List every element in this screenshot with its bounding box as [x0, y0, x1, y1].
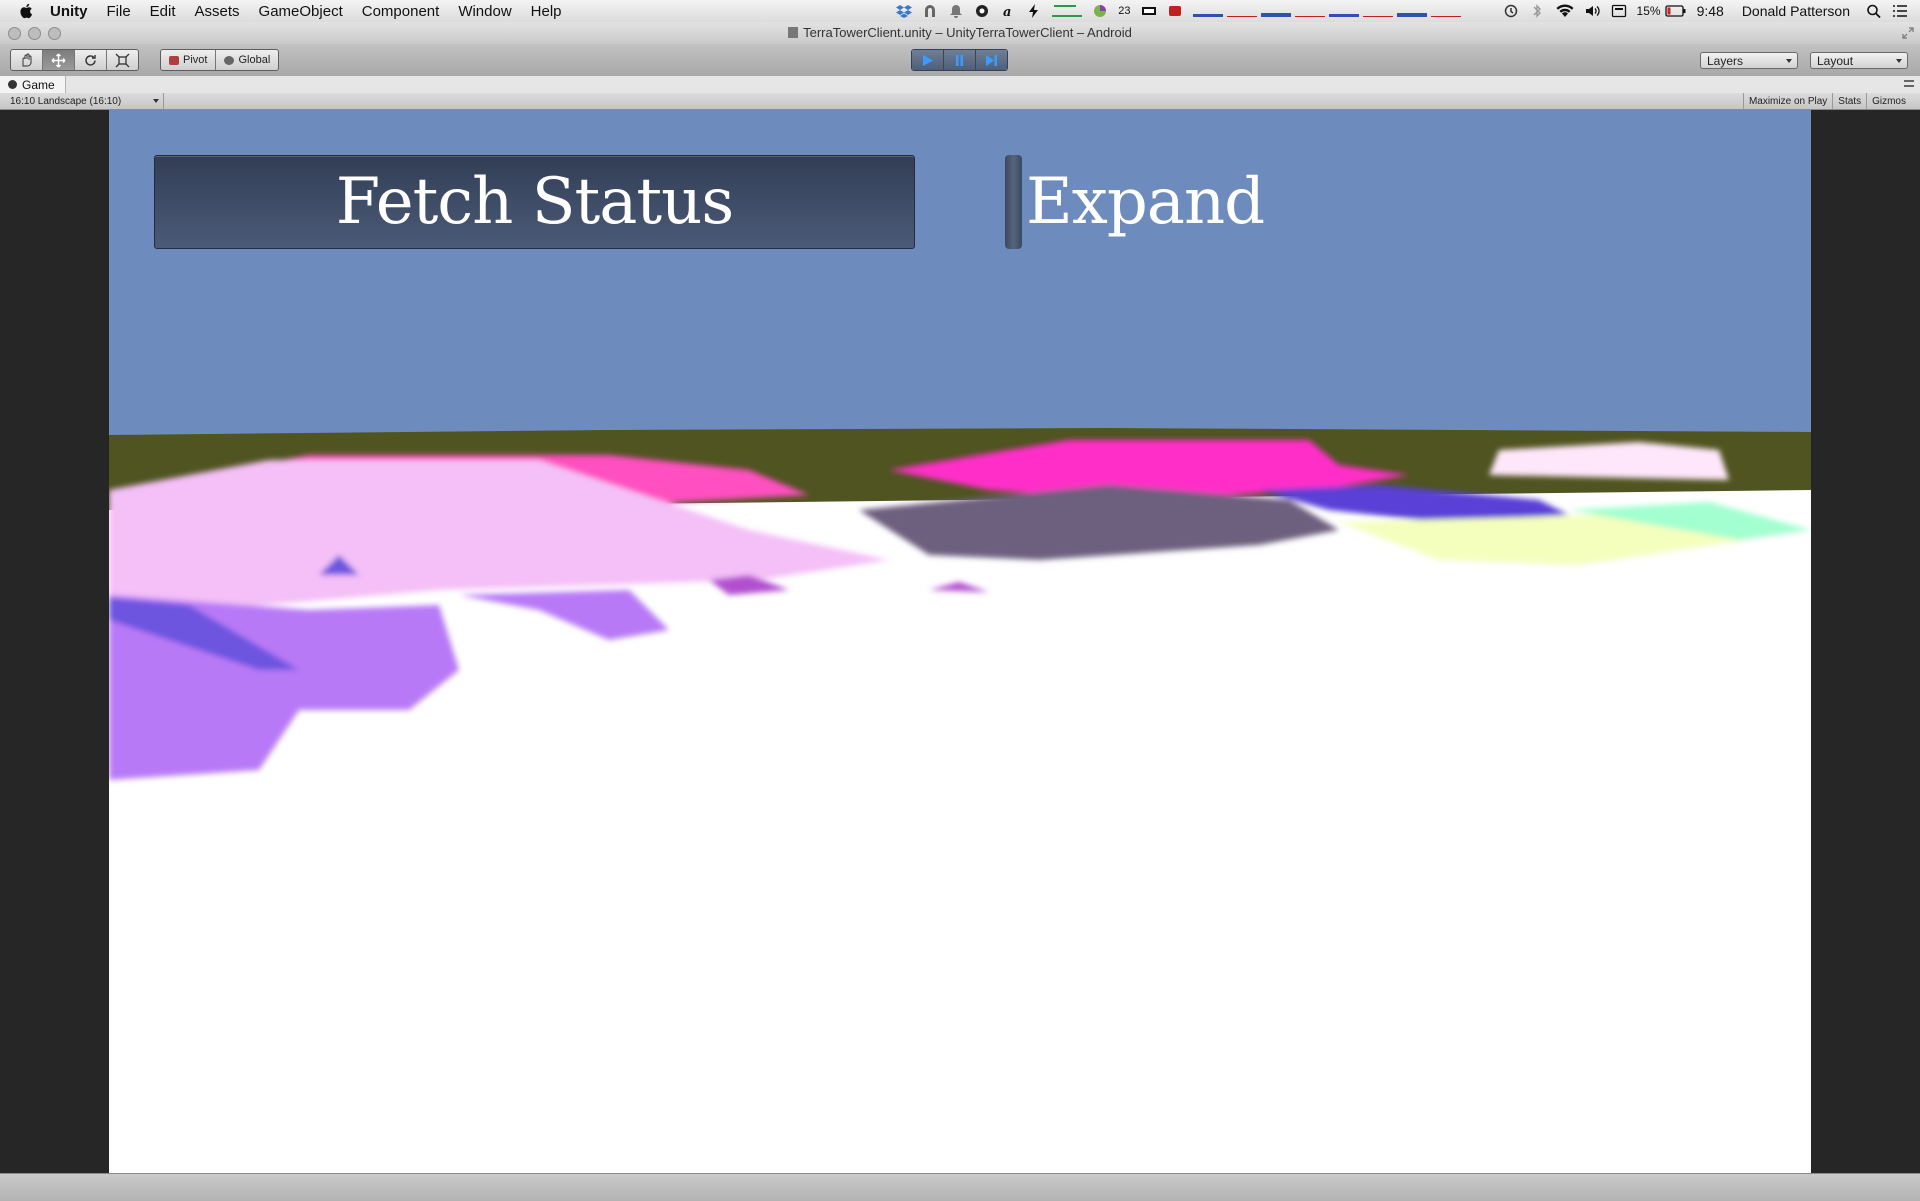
battery-percentage[interactable]: 15% [1637, 4, 1661, 18]
layout-dropdown[interactable]: Layout [1810, 52, 1908, 69]
volume-icon[interactable] [1585, 4, 1601, 18]
window-title-text: TerraTowerClient.unity – UnityTerraTower… [803, 25, 1132, 40]
play-icon [923, 54, 933, 66]
pivot-toggles: Pivot Global [160, 49, 280, 71]
transform-tools [10, 49, 139, 71]
move-tool-button[interactable] [43, 50, 75, 70]
chevron-down-icon [1786, 59, 1792, 63]
scale-icon [115, 53, 130, 67]
expand-toggle[interactable]: Expand [1005, 155, 1265, 249]
wifi-icon[interactable] [1555, 4, 1575, 18]
fetch-status-label: Fetch Status [335, 165, 734, 239]
keyboard-input-icon[interactable] [1611, 4, 1627, 18]
calendar-badge[interactable]: 23 [1118, 5, 1130, 17]
alfred-icon[interactable]: a [1000, 4, 1016, 18]
chevron-down-icon [153, 99, 159, 103]
dropbox-icon[interactable] [896, 4, 913, 18]
document-icon [788, 27, 799, 38]
cpu-pie-icon[interactable] [1092, 4, 1108, 18]
tab-menu-icon[interactable] [1904, 80, 1914, 87]
network-activity-icon[interactable] [1052, 4, 1083, 18]
menubar-tray: a 23 15% 9:48 Donald Patterson [896, 0, 1920, 22]
stats-toggle[interactable]: Stats [1832, 93, 1866, 109]
time-machine-lock-icon[interactable] [922, 4, 938, 18]
step-button[interactable] [976, 50, 1007, 70]
game-render[interactable]: Fetch Status Expand [109, 110, 1811, 1173]
hand-tool-button[interactable] [11, 50, 43, 70]
global-label: Global [238, 54, 271, 66]
menubar-clock[interactable]: 9:48 [1697, 3, 1724, 19]
maximize-on-play-label: Maximize on Play [1748, 95, 1828, 107]
tab-game[interactable]: Game [0, 76, 66, 93]
game-viewport: Fetch Status Expand [0, 110, 1920, 1173]
stats-label: Stats [1838, 95, 1862, 107]
menu-component[interactable]: Component [362, 3, 440, 20]
layers-dropdown[interactable]: Layers [1700, 52, 1798, 69]
macos-menubar: Unity File Edit Assets GameObject Compon… [0, 0, 1920, 23]
notification-center-icon[interactable] [1892, 4, 1908, 18]
bolt-app-icon[interactable] [1026, 4, 1042, 18]
svg-text:a: a [1003, 5, 1011, 18]
disk-activity-icon[interactable] [1167, 4, 1183, 18]
window-titlebar: TerraTowerClient.unity – UnityTerraTower… [0, 22, 1920, 45]
activity-graphs-icon[interactable] [1192, 4, 1493, 18]
menu-unity[interactable]: Unity [50, 3, 88, 20]
rotate-tool-button[interactable] [75, 50, 107, 70]
move-arrows-icon [51, 53, 66, 67]
pivot-label: Pivot [183, 54, 208, 66]
aspect-ratio-label: 16:10 Landscape (16:10) [10, 95, 122, 107]
layers-label: Layers [1707, 53, 1744, 68]
menu-help[interactable]: Help [531, 3, 562, 20]
fullscreen-arrows-icon[interactable] [1902, 27, 1914, 39]
gizmos-label: Gizmos [1872, 95, 1906, 107]
menu-window[interactable]: Window [458, 3, 511, 20]
window-title: TerraTowerClient.unity – UnityTerraTower… [0, 25, 1920, 40]
apple-menu-icon[interactable] [18, 2, 36, 20]
global-toggle[interactable]: Global [216, 50, 278, 70]
playmode-controls [911, 49, 1008, 71]
fetch-status-button[interactable]: Fetch Status [154, 155, 915, 249]
status-bar [0, 1173, 1920, 1201]
menubar-user[interactable]: Donald Patterson [1742, 3, 1850, 19]
pivot-toggle[interactable]: Pivot [161, 50, 217, 70]
play-button[interactable] [912, 50, 944, 70]
game-view-toggles: Maximize on Play Stats Gizmos [1742, 93, 1920, 109]
circle-app-icon[interactable] [974, 4, 990, 18]
menu-file[interactable]: File [107, 3, 131, 20]
pivot-icon [169, 55, 179, 65]
bluetooth-icon[interactable] [1529, 4, 1545, 18]
memory-chip-icon[interactable] [1141, 4, 1157, 18]
gizmos-dropdown[interactable]: Gizmos [1866, 93, 1920, 109]
terrain-scene [109, 110, 1811, 1173]
time-machine-icon[interactable] [1503, 4, 1519, 18]
globe-icon [224, 55, 235, 65]
chevron-down-icon [1896, 59, 1902, 63]
hand-icon [22, 53, 32, 66]
menu-gameobject[interactable]: GameObject [259, 3, 343, 20]
game-tab-bar: Game [0, 76, 1920, 94]
pause-icon [956, 54, 963, 66]
aspect-ratio-dropdown[interactable]: 16:10 Landscape (16:10) [4, 93, 164, 109]
spotlight-search-icon[interactable] [1866, 4, 1882, 18]
unity-toolbar: Pivot Global Layers Layout [0, 44, 1920, 77]
scale-tool-button[interactable] [107, 50, 138, 70]
expand-label: Expand [1026, 165, 1265, 239]
rotate-icon [85, 54, 96, 66]
notification-bell-icon[interactable] [948, 4, 964, 18]
step-icon [986, 54, 997, 66]
maximize-on-play-toggle[interactable]: Maximize on Play [1742, 93, 1832, 109]
battery-icon[interactable] [1664, 4, 1687, 18]
game-controller-icon [8, 80, 17, 89]
menu-edit[interactable]: Edit [150, 3, 176, 20]
game-view-options: 16:10 Landscape (16:10) Maximize on Play… [0, 93, 1920, 110]
layout-label: Layout [1817, 53, 1854, 68]
pause-button[interactable] [944, 50, 976, 70]
tab-game-label: Game [22, 77, 55, 92]
menu-assets[interactable]: Assets [195, 3, 240, 20]
expand-checkbox[interactable] [1005, 155, 1022, 249]
